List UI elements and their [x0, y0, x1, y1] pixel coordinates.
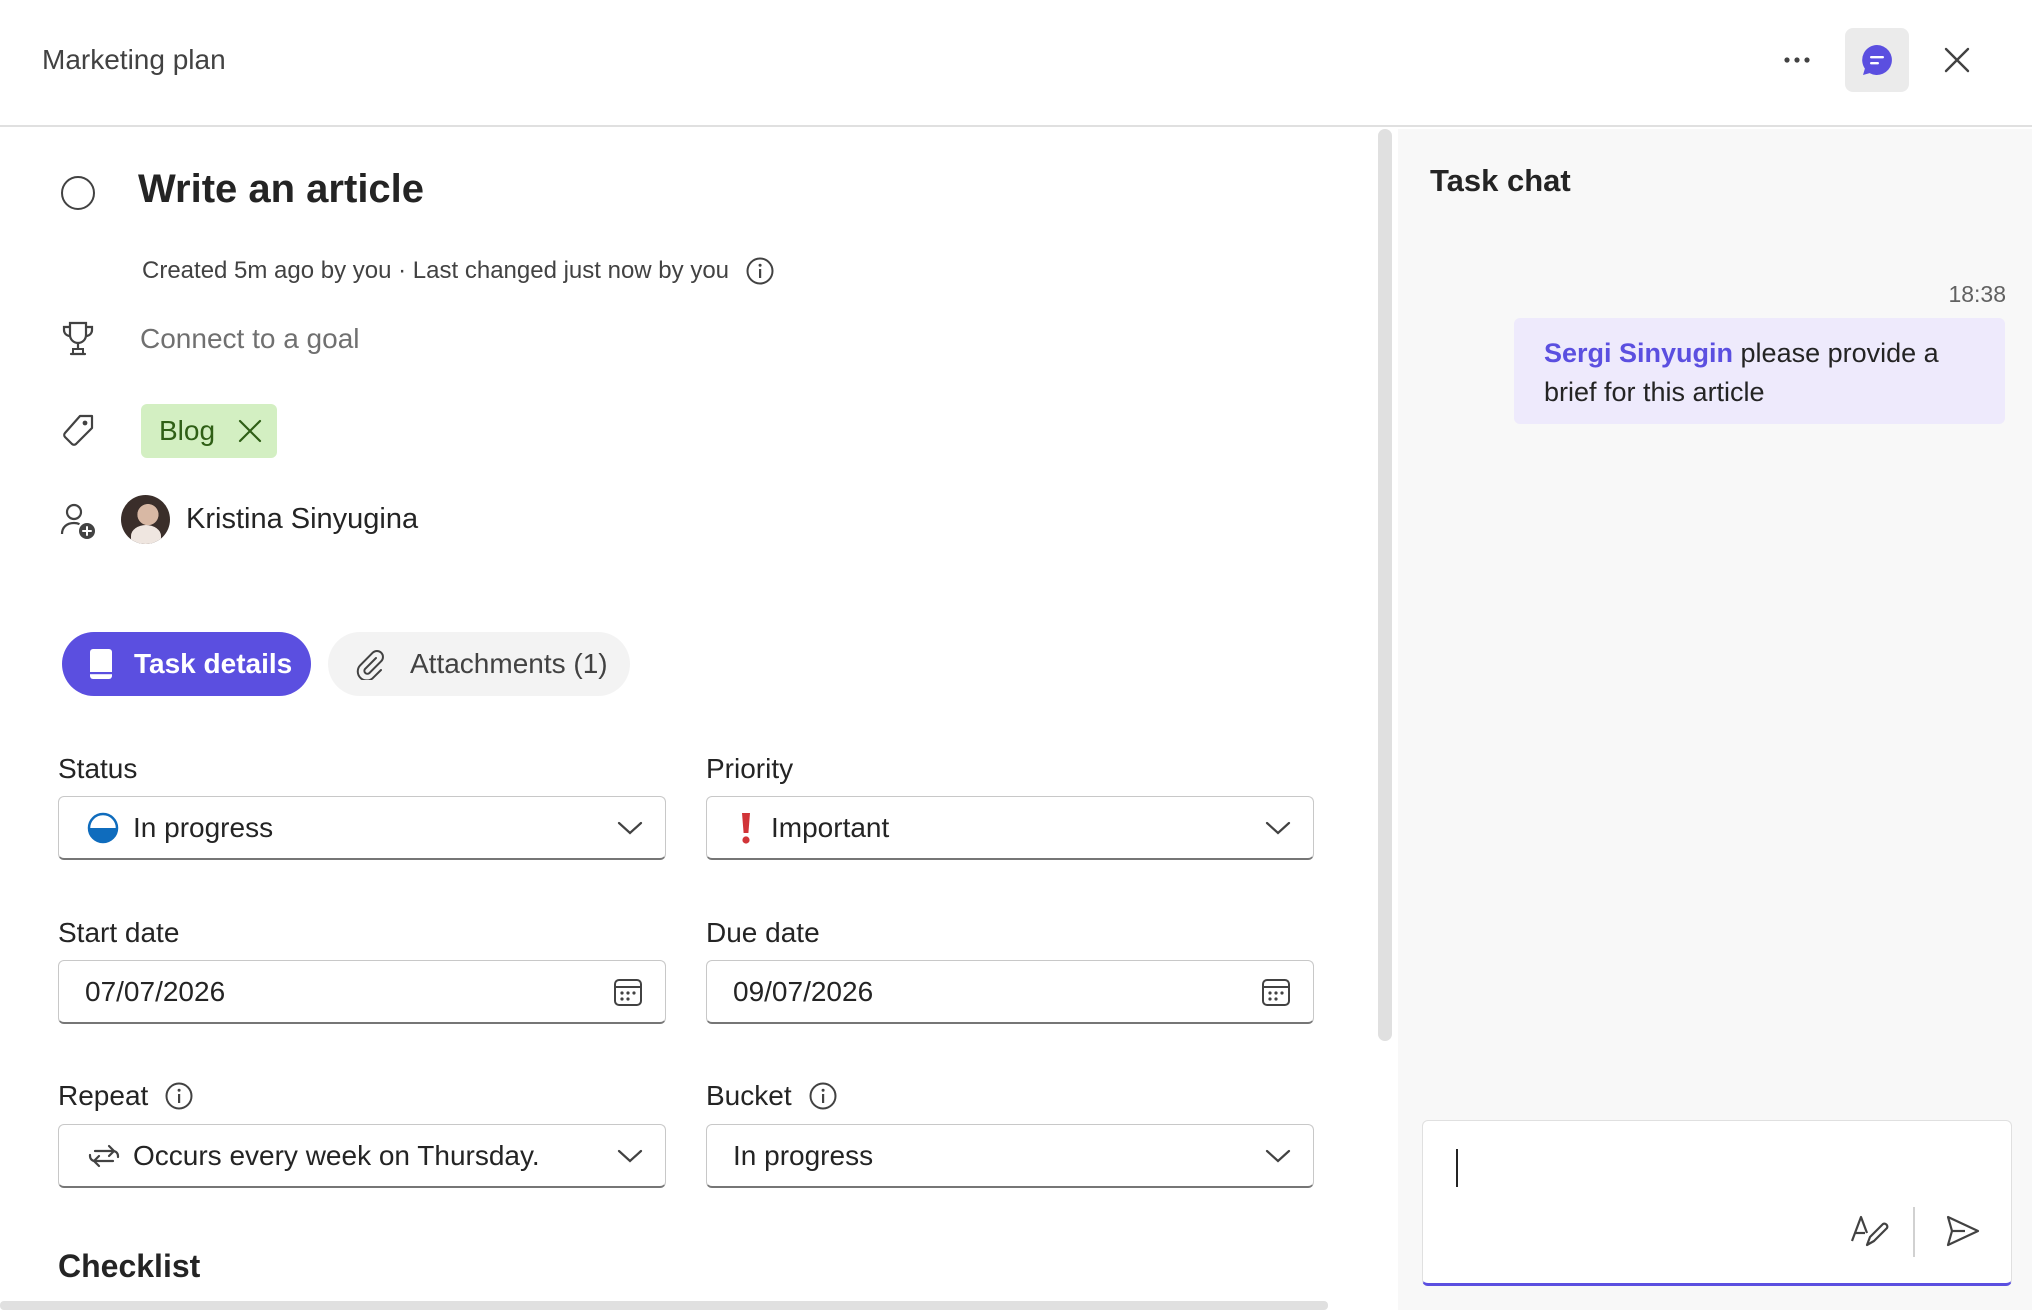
bucket-label-text: Bucket — [706, 1080, 792, 1111]
chevron-down-icon — [1265, 821, 1291, 834]
trophy-icon — [58, 319, 98, 359]
horizontal-scrollbar[interactable] — [0, 1301, 1328, 1310]
label-chip: Blog — [141, 404, 278, 458]
label-chip-text: Blog — [159, 415, 216, 446]
tab-attachments-label: Attachments (1) — [410, 648, 608, 679]
assignee[interactable]: Kristina Sinyugina — [121, 495, 418, 544]
info-icon[interactable] — [745, 256, 775, 286]
more-options-button[interactable] — [1765, 28, 1829, 92]
composer-divider — [1913, 1207, 1915, 1257]
chevron-down-icon — [1265, 1149, 1291, 1162]
calendar-icon[interactable] — [1261, 977, 1291, 1007]
notebook-icon — [90, 649, 112, 679]
complete-task-checkbox[interactable] — [61, 176, 95, 210]
vertical-scrollbar[interactable] — [1378, 129, 1392, 1041]
bucket-label: Bucket — [706, 1080, 838, 1112]
start-date-value: 07/07/2026 — [85, 975, 226, 1007]
connect-goal-link[interactable]: Connect to a goal — [140, 323, 360, 355]
task-chat-panel: Task chat 18:38 Sergi Sinyugin please pr… — [1398, 129, 2032, 1310]
info-icon[interactable] — [164, 1081, 194, 1111]
assignee-name: Kristina Sinyugina — [186, 503, 419, 535]
avatar — [121, 495, 170, 544]
important-icon — [742, 812, 750, 844]
chat-message: Sergi Sinyugin please provide a brief fo… — [1514, 318, 2005, 424]
repeat-dropdown[interactable]: Occurs every week on Thursday. — [58, 1124, 666, 1188]
panel-header: Marketing plan — [0, 0, 2032, 127]
plan-title: Marketing plan — [42, 44, 226, 75]
priority-label-text: Priority — [706, 753, 794, 784]
start-date-label-text: Start date — [58, 917, 180, 948]
task-meta: Created 5m ago by you · Last changed jus… — [142, 256, 775, 286]
status-label-text: Status — [58, 753, 138, 784]
chevron-down-icon — [617, 821, 643, 834]
paperclip-icon — [356, 650, 384, 680]
due-date-label-text: Due date — [706, 917, 820, 948]
tab-attachments[interactable]: Attachments (1) — [328, 632, 630, 696]
task-meta-text: Created 5m ago by you · Last changed jus… — [142, 257, 730, 284]
status-value: In progress — [133, 811, 274, 843]
in-progress-icon — [87, 812, 119, 843]
chevron-down-icon — [617, 1149, 643, 1162]
repeat-value: Occurs every week on Thursday. — [133, 1139, 540, 1171]
message-mention[interactable]: Sergi Sinyugin — [1544, 338, 1733, 368]
calendar-icon[interactable] — [613, 977, 643, 1007]
remove-label-icon[interactable] — [237, 418, 263, 444]
tab-task-details[interactable]: Task details — [62, 632, 311, 696]
start-date-label: Start date — [58, 917, 179, 949]
info-icon[interactable] — [808, 1081, 838, 1111]
priority-label: Priority — [706, 753, 793, 785]
chat-title: Task chat — [1430, 163, 1571, 198]
repeat-label-text: Repeat — [58, 1080, 149, 1111]
format-button[interactable] — [1847, 1209, 1891, 1253]
assign-person-icon[interactable] — [58, 501, 98, 541]
priority-value: Important — [771, 811, 890, 843]
due-date-field[interactable]: 09/07/2026 — [706, 960, 1314, 1024]
tag-icon — [58, 411, 98, 451]
message-timestamp: 18:38 — [1948, 281, 2006, 307]
chat-composer[interactable] — [1422, 1120, 2012, 1286]
bucket-dropdown[interactable]: In progress — [706, 1124, 1314, 1188]
close-icon — [1944, 47, 1970, 73]
close-button[interactable] — [1925, 28, 1989, 92]
repeat-icon — [88, 1144, 120, 1167]
send-button[interactable] — [1941, 1209, 1985, 1253]
task-title[interactable]: Write an article — [138, 167, 424, 212]
due-date-value: 09/07/2026 — [733, 975, 874, 1007]
text-caret — [1456, 1149, 1458, 1187]
format-text-icon — [1850, 1215, 1889, 1247]
priority-dropdown[interactable]: Important — [706, 796, 1314, 860]
more-horizontal-icon — [1784, 57, 1810, 63]
start-date-field[interactable]: 07/07/2026 — [58, 960, 666, 1024]
repeat-label: Repeat — [58, 1080, 194, 1112]
tab-task-details-label: Task details — [134, 648, 293, 679]
due-date-label: Due date — [706, 917, 820, 949]
status-dropdown[interactable]: In progress — [58, 796, 666, 860]
checklist-heading: Checklist — [58, 1248, 201, 1284]
send-icon — [1946, 1215, 1980, 1247]
chat-icon — [1862, 45, 1892, 75]
bucket-value: In progress — [733, 1139, 874, 1171]
status-label: Status — [58, 753, 137, 785]
task-details-panel: Write an article Created 5m ago by you ·… — [0, 129, 1392, 1310]
task-chat-toggle-button[interactable] — [1845, 28, 1909, 92]
